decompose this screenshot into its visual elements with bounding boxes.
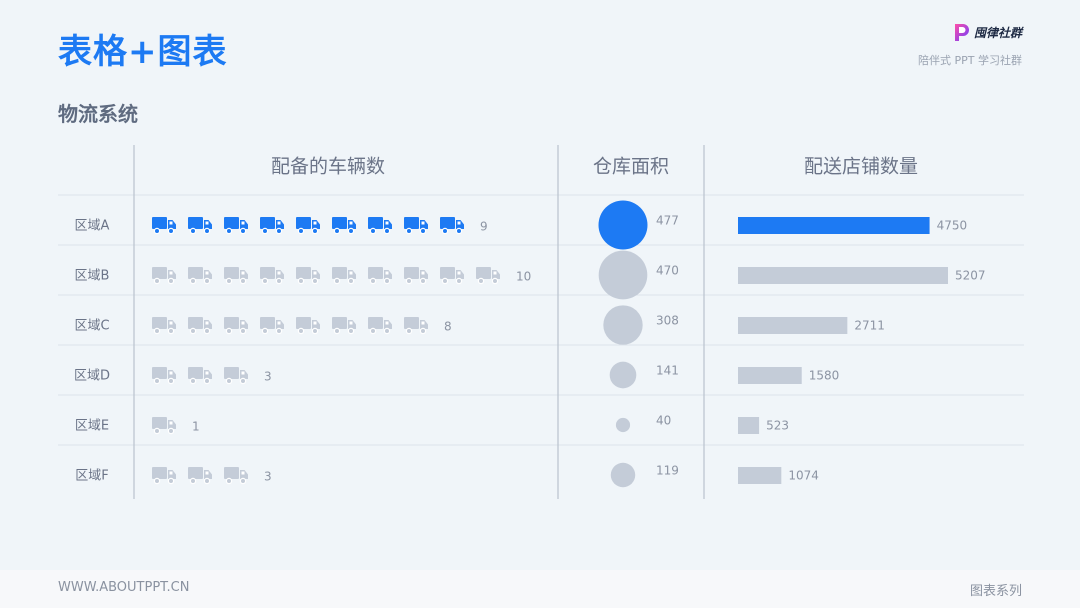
store-count-bar [738, 267, 948, 284]
footer-website: WWW.ABOUTPPT.CN [58, 580, 190, 595]
row-label: 区域B [75, 269, 110, 284]
truck-icon [260, 217, 284, 235]
truck-icon [440, 267, 464, 285]
footer: WWW.ABOUTPPT.CN 图表系列 [0, 570, 1080, 608]
truck-icon [224, 267, 248, 285]
truck-icon [296, 267, 320, 285]
store-count-label: 523 [766, 419, 789, 433]
warehouse-area-label: 40 [656, 414, 671, 428]
row-label: 区域D [74, 369, 110, 384]
store-count-label: 4750 [937, 219, 968, 233]
purple-p-logo-icon [954, 24, 969, 41]
section-title: 物流系统 [58, 102, 138, 126]
vehicle-count-label: 10 [516, 270, 531, 284]
truck-icon [188, 367, 212, 385]
truck-icon [188, 217, 212, 235]
row-label: 区域A [75, 219, 110, 234]
vehicle-count-label: 3 [264, 470, 272, 484]
truck-icon [224, 317, 248, 335]
row-label: 区域E [75, 419, 109, 434]
row-label: 区域F [75, 469, 108, 484]
truck-icon [188, 267, 212, 285]
vehicle-count-label: 8 [444, 320, 452, 334]
truck-icon [152, 217, 176, 235]
slide-title: 表格+图表 [58, 32, 228, 72]
truck-icon [152, 267, 176, 285]
truck-icon [404, 267, 428, 285]
column-header: 仓库面积 [593, 156, 669, 178]
vehicle-count-label: 1 [192, 420, 200, 434]
warehouse-bubble [609, 361, 637, 389]
row-label: 区域C [74, 319, 109, 334]
truck-icon [404, 317, 428, 335]
store-count-label: 1074 [788, 469, 819, 483]
store-count-bar [738, 417, 760, 434]
truck-icon [224, 467, 248, 485]
truck-icon [296, 317, 320, 335]
brand-logo: 囤律社群 陪伴式 PPT 学习社群 [918, 22, 1022, 68]
vehicle-count-label: 9 [480, 220, 488, 234]
store-count-label: 1580 [809, 369, 840, 383]
truck-icon [368, 267, 392, 285]
column-header: 配备的车辆数 [271, 156, 385, 178]
truck-icon [188, 317, 212, 335]
store-count-bar [738, 367, 802, 384]
warehouse-bubble [610, 462, 636, 488]
truck-icon [332, 267, 356, 285]
truck-icon [440, 217, 464, 235]
truck-icon [404, 217, 428, 235]
truck-icon [152, 317, 176, 335]
truck-icon [296, 217, 320, 235]
warehouse-bubble [598, 200, 648, 250]
warehouse-area-label: 470 [656, 264, 679, 278]
truck-icon [224, 217, 248, 235]
logistics-table-chart: 配备的车辆数 仓库面积 配送店铺数量区域A 9 477 4750 区域B 10 470 5207 区… [58, 145, 1024, 499]
truck-icon [368, 317, 392, 335]
warehouse-area-label: 308 [656, 314, 679, 328]
vehicle-count-label: 3 [264, 370, 272, 384]
warehouse-bubble [598, 250, 648, 300]
warehouse-area-label: 141 [656, 364, 679, 378]
warehouse-bubble [615, 417, 631, 433]
footer-series: 图表系列 [969, 584, 1022, 599]
truck-icon [188, 467, 212, 485]
truck-icon [332, 217, 356, 235]
warehouse-bubble [603, 305, 643, 345]
store-count-label: 5207 [955, 269, 986, 283]
truck-icon [152, 367, 176, 385]
warehouse-area-label: 119 [656, 464, 679, 478]
warehouse-area-label: 477 [656, 214, 679, 228]
brand-name: 囤律社群 [973, 25, 1022, 40]
store-count-label: 2711 [854, 319, 885, 333]
truck-icon [332, 317, 356, 335]
truck-icon [368, 217, 392, 235]
truck-icon [152, 417, 176, 435]
truck-icon [224, 367, 248, 385]
truck-icon [260, 267, 284, 285]
store-count-bar [738, 317, 848, 334]
store-count-bar [738, 217, 930, 234]
truck-icon [476, 267, 500, 285]
brand-slogan: 陪伴式 PPT 学习社群 [918, 54, 1022, 67]
truck-icon [152, 467, 176, 485]
column-header: 配送店铺数量 [804, 156, 918, 178]
truck-icon [260, 317, 284, 335]
store-count-bar [738, 467, 782, 484]
